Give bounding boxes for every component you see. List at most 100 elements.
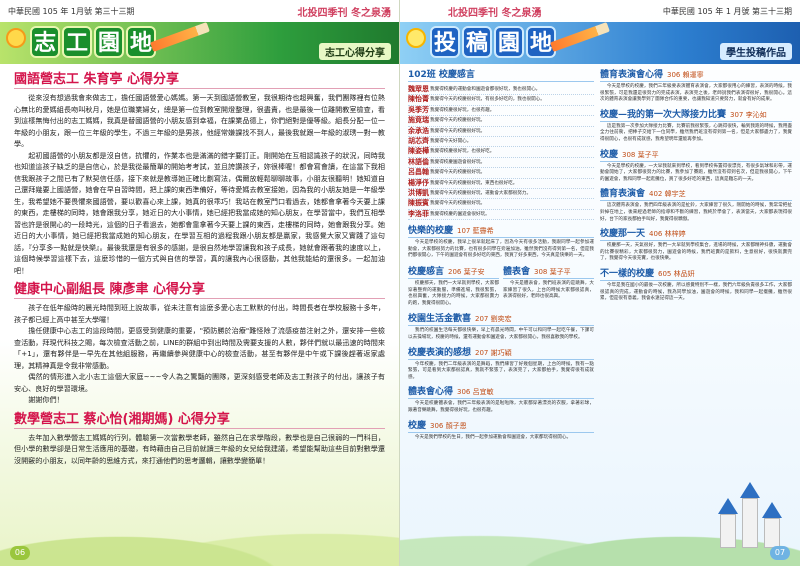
student-name: 林語倫: [408, 157, 429, 166]
entry-text: 我覺得今天的校慶很好玩。: [430, 170, 486, 176]
student-name: 陳怡菁: [408, 95, 429, 104]
block-heading: 校慶那一天 406 林梓婷: [600, 226, 792, 242]
page-number: 06: [10, 546, 30, 560]
block-text: 今年是我在國小的最後一次校慶，所以感覺特別不一樣，我們六年級負責很多工作，大家都…: [600, 282, 792, 302]
student-name: 魏眾恩: [408, 85, 429, 93]
article-heading: 數學營志工 蔡心怡(湘期媽) 心得分享: [14, 408, 385, 429]
block-heading: 校園生活金歡喜 207 劉奕宏: [408, 311, 594, 327]
student-entry: 施竟瑞 我覺得今天的校慶很好玩。: [408, 116, 594, 127]
student-entry: 余承浩 我覺得今天的校慶很好玩。: [408, 126, 594, 138]
block-heading: 體表會心得 306 呂宜敏: [408, 384, 594, 400]
submission-block: 體育表演會心得 306 賴運寧 今天是學校的校慶，我們三年級要表演體育表演會，大家…: [600, 67, 792, 104]
block-author: 207 劉奕宏: [475, 315, 512, 324]
block-title: 校園生活金歡喜: [408, 314, 472, 325]
title-char: 園: [494, 26, 524, 58]
block-author: 307 李沁如: [730, 110, 767, 119]
section-banner-submissions: 投 稿 園 地 學生投稿作品: [400, 22, 800, 64]
block-title: 校慶—我的第一次大隊接力比賽: [600, 109, 727, 120]
block-author: 306 顏子恩: [430, 421, 467, 430]
entry-text: 我覺得校慶園遊會很好玩。: [430, 159, 486, 165]
column-1: 102班 校慶感言 魏眾恩 我覺得校慶的運動會和園遊會都很好玩，我也很開心。 陳怡…: [408, 66, 594, 544]
block-title: 校慶感言: [408, 267, 445, 278]
block-author: 306 賴運寧: [667, 71, 704, 79]
submission-block: 校慶感言 206 葉子安 校慶那天，我們一大早就到學校，大家都穿著整齊的運動服，準…: [408, 263, 499, 307]
entry-text: 我覺得今天的校慶很好玩，運動會大家都很努力。: [430, 191, 532, 197]
block-text: 今天是學校的校慶，我們三年級要表演體育表演會，大家都很用心的練習，表演的時候，我…: [600, 84, 792, 103]
student-name: 胡芯齊: [408, 137, 429, 146]
section-banner-volunteer: 志 工 園 地 志工心得分享: [0, 22, 399, 64]
block-author: 107 藍霽希: [457, 227, 494, 236]
running-header-left: 中華民國 105 年 1月號 第三十三期 北投四季刊 冬之泉湧: [0, 0, 399, 22]
block-author: 308 葉子平: [622, 150, 659, 159]
article-paragraph: 謝謝你們！: [28, 395, 64, 404]
article: 數學營志工 蔡心怡(湘期媽) 心得分享 去年加入數學營志工媽媽的行列，體驗第一次…: [14, 408, 385, 467]
submission-block: 體育表演會 402 韓宇芝 這次體育表演會，我們四年級表演的是扯鈴，大家練習了很久…: [600, 186, 792, 223]
block-text: 這是我第一次參加大隊接力比賽，比賽前我很緊張，心跳得很快，輪到我跑的時候，我用盡…: [600, 123, 792, 142]
block-text: 今天是校慶體表會，我們三年級表演的是啦啦隊，大家都穿著漂亮的衣服，拿著彩球，跟著…: [408, 401, 594, 413]
left-content: 國語營志工 朱育亭 心得分享 從來沒有想過我會來做志工，擔任國語營愛心媽媽。第一…: [14, 66, 385, 542]
title-char: 工: [62, 26, 92, 58]
block-author: 207 謝巧穎: [475, 348, 512, 357]
issue-label: 中華民國 105 年 1月號 第三十三期: [8, 6, 135, 16]
submission-block: 校慶 308 葉子平 今天是學校的校慶，一大早我就來到學校，看到學校佈置得很漂亮，…: [600, 147, 792, 184]
right-page: 北投四季刊 冬之泉湧 中華民國 105 年 1 月號 第三十三期 投 稿 園 地…: [400, 0, 800, 566]
block-text: 今天是學校的校慶，一大早我就來到學校，看到學校佈置得很漂亮，有很多氣球和彩帶，運…: [600, 163, 792, 182]
entry-text: 我覺得校慶很好玩，也很有趣。: [430, 107, 495, 113]
student-name: 余承浩: [408, 126, 429, 135]
block-heading: 不一樣的校慶 605 林品妍: [600, 266, 792, 281]
page-number: 07: [770, 546, 790, 560]
article: 國語營志工 朱育亭 心得分享 從來沒有想過我會來做志工，擔任國語營愛心媽媽。第一…: [14, 68, 385, 276]
castle-roof: [740, 482, 760, 498]
section-title: 投 稿 園 地: [430, 26, 558, 58]
article: 健康中心副組長 陳彥聿 心得分享 孩子在低年級時的晨光時間到班上說故事，從未注意…: [14, 278, 385, 406]
entry-text: 我覺得今天的校慶很好玩。: [430, 128, 486, 134]
block-title: 體育表演會心得: [600, 70, 664, 80]
submission-columns: 102班 校慶感言 魏眾恩 我覺得校慶的運動會和園遊會都很好玩，我也很開心。 陳怡…: [408, 66, 792, 544]
block-author: 406 林梓婷: [649, 230, 686, 239]
castle-roof: [762, 502, 782, 518]
left-page: 中華民國 105 年 1月號 第三十三期 北投四季刊 冬之泉湧 志 工 園 地 …: [0, 0, 400, 566]
class-feedback-block: 102班 校慶感言: [408, 67, 594, 82]
student-entries: 魏眾恩 我覺得校慶的運動會和園遊會都很好玩，我也很開心。 陳怡菁我覺得今天的校慶很…: [408, 85, 594, 221]
castle-illustration: [716, 478, 786, 548]
block-author: 206 葉子安: [448, 268, 485, 277]
block-heading: 校慶表演的感想 207 謝巧穎: [408, 345, 594, 360]
article-paragraph: 起初國語營的小朋友都是沒自信，抗懼的，作業本也是滿滿的錯字要訂正。剛開始在互相認…: [14, 150, 385, 275]
block-heading: 體表會 308 葉子平: [503, 264, 594, 280]
submission-block: 體表會 308 葉子平 今天是體表會，我們班表演的是跳舞，大家練習了很久，上台的時…: [503, 263, 594, 307]
block-text: 今天是學校的校慶，我早上很早就起床了，因為今天有很多活動，我跟同學一起參加運動會…: [408, 240, 594, 259]
block-text: 我們的校園生活每天都很快樂，早上有晨光時間，中午可以和同學一起吃午餐，下課可以去…: [408, 328, 594, 341]
section-tag: 志工心得分享: [319, 43, 391, 60]
student-entry: 吳季芳 我覺得校慶很好玩，也很有趣。: [408, 106, 594, 117]
student-name: 洪博凱: [408, 189, 429, 198]
block-title: 校慶那一天: [600, 229, 646, 240]
student-entry: 呂昌翰 我覺得今天的校慶很好玩。: [408, 168, 594, 179]
student-entry: 魏眾恩 我覺得校慶的運動會和園遊會都很好玩，我也很開心。: [408, 85, 594, 96]
magazine-name: 北投四季刊 冬之泉湧: [448, 7, 542, 19]
submission-block: 不一樣的校慶 605 林品妍 今年是我在國小的最後一次校慶，所以感覺特別不一樣，我…: [600, 266, 792, 303]
block-text: 這次體育表演會，我們四年級表演的是扯鈴，大家練習了很久，剛開始的時候，我常常把扯…: [600, 203, 792, 222]
student-entry: 陳姿樺 我覺得校慶很好玩，也很好吃。: [408, 147, 594, 158]
castle-tower: [720, 514, 736, 548]
student-entry: 李洛菲 我覺得校慶的園遊會很好玩。: [408, 209, 594, 221]
student-name: 陳姿樺: [408, 147, 429, 156]
student-name: 楊淨伃: [408, 178, 429, 187]
block-title: 不一樣的校慶: [600, 268, 655, 279]
block-title: 體育表演會: [600, 189, 646, 200]
block-title: 校慶: [408, 420, 427, 431]
student-name: 呂昌翰: [408, 168, 429, 177]
entry-text: 我覺得今天的校慶很好玩。: [430, 118, 486, 124]
student-entry: 楊淨伃 我覺得今天的校慶很好玩，東西也很好吃。: [408, 178, 594, 190]
block-title: 體表會: [503, 267, 531, 278]
title-char: 志: [30, 26, 60, 58]
issue-label: 中華民國 105 年 1 月號 第三十三期: [662, 6, 792, 16]
article-heading: 國語營志工 朱育亭 心得分享: [14, 68, 385, 89]
block-text: 校慶那天，我們一大早就到學校，大家都穿著整齊的運動服，準備進場，我很緊張，也很興…: [408, 281, 499, 306]
block-heading: 校慶感言 206 葉子安: [408, 264, 499, 280]
star-icon: [406, 28, 426, 48]
block-title: 校慶: [600, 149, 619, 160]
student-name: 李洛菲: [408, 209, 429, 218]
block-heading: 校慶 308 葉子平: [600, 147, 792, 162]
running-header-right: 北投四季刊 冬之泉湧 中華民國 105 年 1 月號 第三十三期: [400, 0, 800, 22]
submission-block: 校慶—我的第一次大隊接力比賽 307 李沁如 這是我第一次參加大隊接力比賽，比賽前…: [600, 107, 792, 144]
